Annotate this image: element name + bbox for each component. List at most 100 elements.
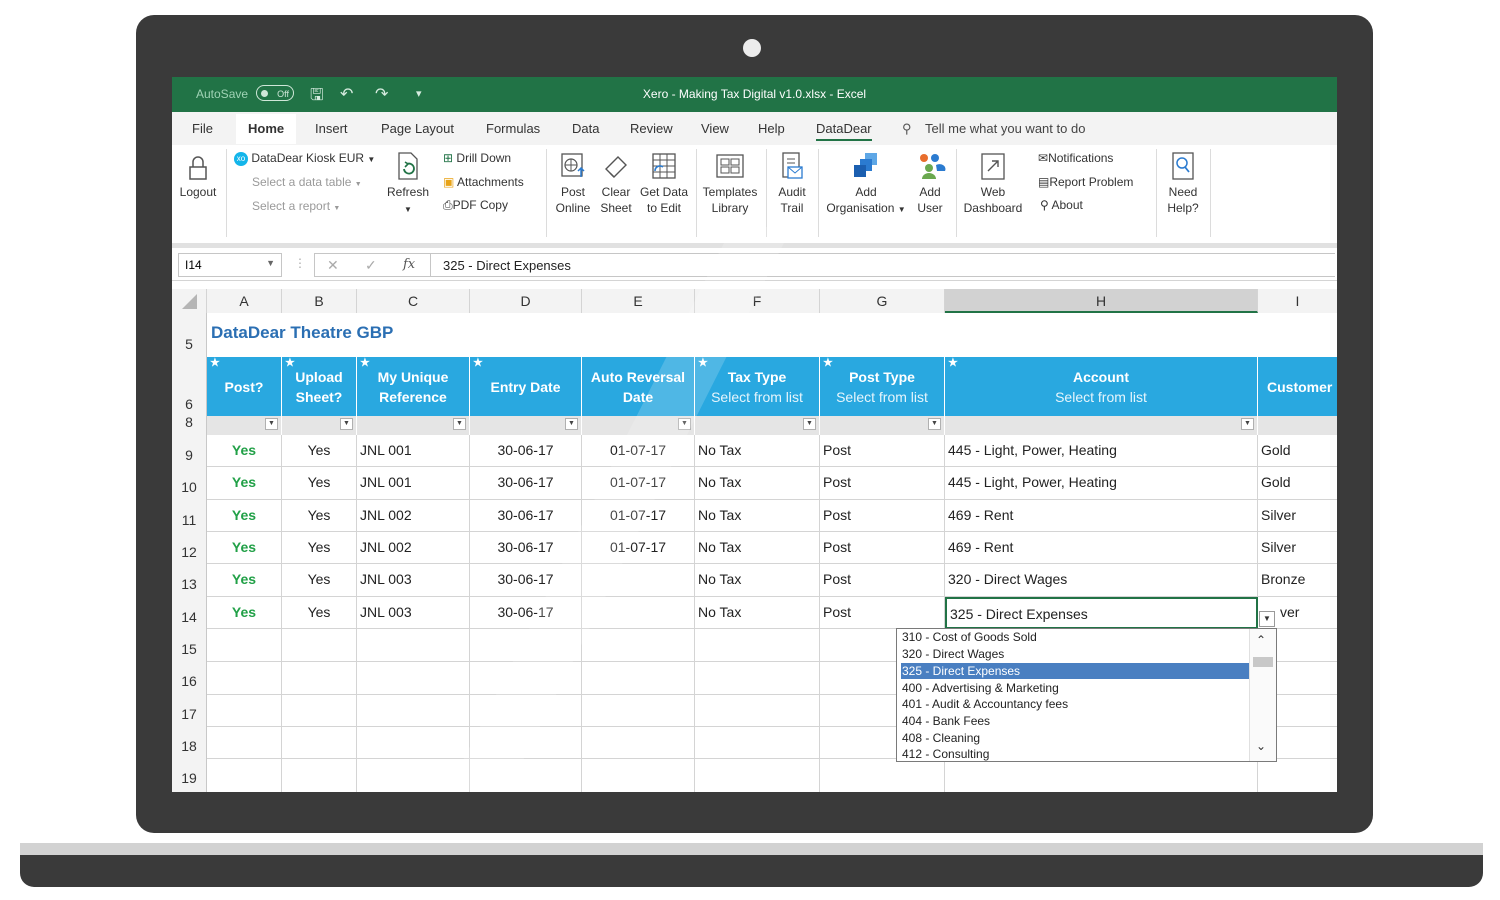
- table-cell[interactable]: 30-06-17: [470, 564, 582, 597]
- column-header-e[interactable]: E: [582, 289, 695, 313]
- table-cell[interactable]: 30-06-17: [470, 532, 582, 564]
- filter-dropdown-icon[interactable]: ▼: [265, 418, 278, 430]
- scroll-up-icon[interactable]: ⌃: [1256, 633, 1266, 647]
- table-cell[interactable]: Yes: [207, 532, 282, 564]
- notifications-button[interactable]: ✉Notifications: [1038, 151, 1113, 165]
- table-cell[interactable]: No Tax: [695, 500, 820, 532]
- column-header-h[interactable]: H: [945, 289, 1258, 313]
- header-customer[interactable]: Customer: [1258, 357, 1337, 416]
- header-auto-reversal-date[interactable]: Auto Reversal Date: [582, 357, 695, 416]
- row-number[interactable]: 17: [172, 694, 207, 726]
- dropdown-option[interactable]: 404 - Bank Fees: [901, 713, 1250, 729]
- row-number[interactable]: 18: [172, 726, 207, 758]
- table-cell[interactable]: No Tax: [695, 597, 820, 629]
- tab-home[interactable]: Home: [236, 114, 297, 144]
- account-dropdown-list[interactable]: 310 - Cost of Goods Sold 320 - Direct Wa…: [896, 628, 1277, 762]
- row-number[interactable]: 15: [172, 629, 207, 661]
- table-cell[interactable]: Yes: [282, 467, 357, 500]
- table-cell[interactable]: 01-07-17: [582, 532, 695, 564]
- table-cell[interactable]: JNL 001: [357, 467, 470, 500]
- tab-insert[interactable]: Insert: [315, 121, 348, 136]
- table-cell[interactable]: No Tax: [695, 532, 820, 564]
- header-tax-type[interactable]: ★ Tax Type Select from list: [695, 357, 820, 416]
- table-cell[interactable]: 469 - Rent: [945, 532, 1258, 564]
- table-cell[interactable]: Post: [820, 467, 945, 500]
- scroll-down-icon[interactable]: ⌄: [1256, 739, 1266, 753]
- table-cell[interactable]: Silver: [1258, 500, 1337, 532]
- about-button[interactable]: ⚲ About: [1040, 198, 1083, 212]
- row-number[interactable]: 19: [172, 758, 207, 792]
- table-cell[interactable]: Yes: [282, 597, 357, 629]
- table-cell[interactable]: Yes: [282, 500, 357, 532]
- active-cell[interactable]: 325 - Direct Expenses: [945, 597, 1258, 629]
- table-cell[interactable]: Yes: [207, 564, 282, 597]
- header-upload-sheet[interactable]: ★ Upload Sheet?: [282, 357, 357, 416]
- cell-dropdown-button[interactable]: ▼: [1259, 611, 1275, 627]
- column-header-i[interactable]: I: [1258, 289, 1337, 313]
- table-cell[interactable]: Yes: [282, 435, 357, 467]
- get-data-button[interactable]: Get Data to Edit: [638, 151, 690, 216]
- audit-trail-button[interactable]: Audit Trail: [770, 151, 814, 216]
- table-cell[interactable]: JNL 002: [357, 500, 470, 532]
- table-cell[interactable]: 01-07-17: [582, 467, 695, 500]
- table-cell[interactable]: 30-06-17: [470, 435, 582, 467]
- select-data-table-dropdown[interactable]: Select a data table ▼: [252, 175, 362, 189]
- filter-dropdown-icon[interactable]: ▼: [453, 418, 466, 430]
- table-cell[interactable]: 30-06-17: [470, 500, 582, 532]
- table-cell[interactable]: Yes: [282, 564, 357, 597]
- confirm-icon[interactable]: ✓: [365, 257, 377, 274]
- tab-review[interactable]: Review: [630, 121, 673, 136]
- web-dashboard-button[interactable]: Web Dashboard: [960, 151, 1026, 216]
- dropdown-option-selected[interactable]: 325 - Direct Expenses: [901, 663, 1250, 679]
- filter-dropdown-icon[interactable]: ▼: [928, 418, 941, 430]
- filter-dropdown-icon[interactable]: ▼: [803, 418, 816, 430]
- table-cell[interactable]: Bronze: [1258, 564, 1337, 597]
- table-cell[interactable]: JNL 003: [357, 597, 470, 629]
- add-user-button[interactable]: Add User: [910, 151, 950, 216]
- row-number[interactable]: 14: [172, 597, 207, 629]
- table-cell[interactable]: JNL 002: [357, 532, 470, 564]
- clear-sheet-button[interactable]: Clear Sheet: [596, 151, 636, 216]
- column-header-d[interactable]: D: [470, 289, 582, 313]
- tab-help[interactable]: Help: [758, 121, 785, 136]
- report-problem-button[interactable]: ▤Report Problem: [1038, 175, 1133, 189]
- pdf-copy-button[interactable]: ⎙PDF Copy: [443, 198, 508, 213]
- table-cell[interactable]: [582, 597, 695, 629]
- tab-file[interactable]: File: [192, 121, 213, 136]
- post-online-button[interactable]: Post Online: [552, 151, 594, 216]
- table-cell[interactable]: Gold: [1258, 435, 1337, 467]
- row-number[interactable]: 11: [172, 500, 207, 532]
- table-cell[interactable]: Post: [820, 597, 945, 629]
- table-cell[interactable]: Yes: [282, 532, 357, 564]
- tab-page-layout[interactable]: Page Layout: [381, 121, 454, 136]
- column-header-c[interactable]: C: [357, 289, 470, 313]
- kiosk-dropdown[interactable]: xo DataDear Kiosk EUR ▼: [234, 151, 375, 166]
- select-report-dropdown[interactable]: Select a report ▼: [252, 199, 340, 213]
- column-header-a[interactable]: A: [207, 289, 282, 313]
- select-all-corner[interactable]: [172, 289, 207, 313]
- row-number[interactable]: 8: [172, 415, 207, 435]
- tab-data[interactable]: Data: [572, 121, 599, 136]
- row-number[interactable]: 9: [172, 435, 207, 467]
- table-cell[interactable]: No Tax: [695, 467, 820, 500]
- filter-dropdown-icon[interactable]: ▼: [1241, 418, 1254, 430]
- table-cell[interactable]: Post: [820, 500, 945, 532]
- row-number[interactable]: 6: [172, 357, 207, 416]
- table-cell[interactable]: No Tax: [695, 435, 820, 467]
- formula-input[interactable]: 325 - Direct Expenses: [430, 253, 1335, 277]
- table-cell[interactable]: Yes: [207, 435, 282, 467]
- scrollbar-thumb[interactable]: [1253, 657, 1273, 667]
- row-number[interactable]: 12: [172, 532, 207, 564]
- table-cell[interactable]: 30-06-17: [470, 467, 582, 500]
- refresh-button[interactable]: Refresh ▼: [384, 151, 432, 218]
- table-cell[interactable]: 445 - Light, Power, Heating: [945, 435, 1258, 467]
- row-number[interactable]: 13: [172, 564, 207, 597]
- filter-dropdown-icon[interactable]: ▼: [678, 418, 691, 430]
- dropdown-scrollbar[interactable]: ⌃ ⌄: [1249, 629, 1276, 761]
- table-cell[interactable]: No Tax: [695, 564, 820, 597]
- table-cell[interactable]: Yes: [207, 500, 282, 532]
- dropdown-option[interactable]: 408 - Cleaning: [901, 730, 1250, 746]
- fx-icon[interactable]: fx: [403, 257, 415, 272]
- table-cell[interactable]: JNL 001: [357, 435, 470, 467]
- table-cell[interactable]: Post: [820, 564, 945, 597]
